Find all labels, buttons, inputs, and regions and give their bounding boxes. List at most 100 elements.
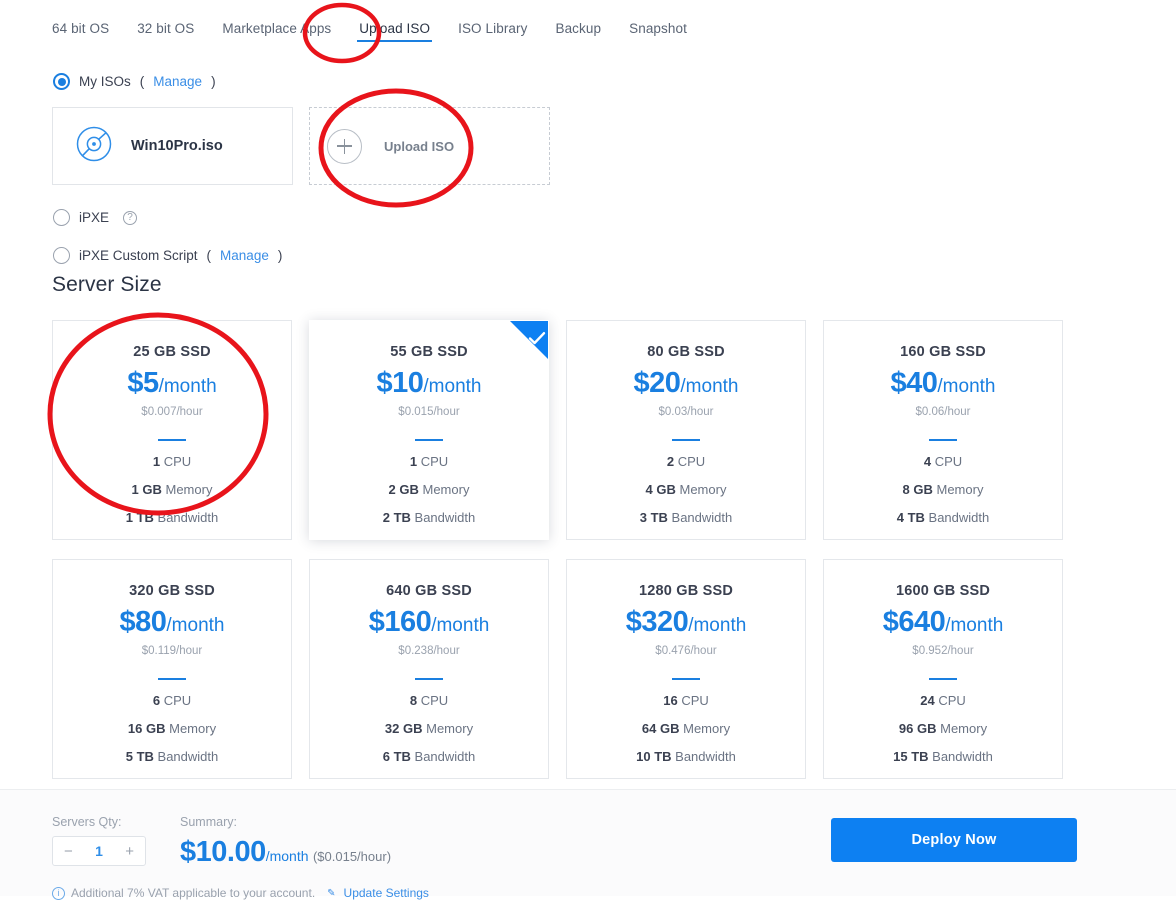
quantity-value: 1 bbox=[95, 843, 103, 859]
plan-cpu-label: CPU bbox=[934, 454, 963, 469]
iso-tile-upload[interactable]: Upload ISO bbox=[309, 107, 550, 185]
plan-price: $10/month bbox=[310, 369, 548, 398]
manage-my-isos-link[interactable]: Manage bbox=[153, 74, 202, 89]
plan-cpu-value: 1 bbox=[152, 454, 161, 469]
plan-card[interactable]: 640 GB SSD $160/month $0.238/hour 8 CPU … bbox=[309, 559, 549, 779]
plan-hourly: $0.238/hour bbox=[398, 645, 460, 657]
tab-iso-library[interactable]: ISO Library bbox=[458, 0, 527, 48]
radio-ipxe[interactable] bbox=[53, 209, 70, 226]
plan-memory-label: Memory bbox=[422, 482, 470, 497]
plan-memory-value: 32 GB bbox=[384, 721, 423, 736]
deploy-now-button[interactable]: Deploy Now bbox=[831, 818, 1077, 862]
plan-price: $320/month bbox=[567, 608, 805, 637]
plan-memory: 16 GB Memory bbox=[53, 721, 291, 736]
plan-price: $20/month bbox=[567, 369, 805, 398]
plan-card[interactable]: 25 GB SSD $5/month $0.007/hour 1 CPU 1 G… bbox=[52, 320, 292, 540]
radio-row-ipxe-custom-script[interactable]: iPXE Custom Script ( Manage ) bbox=[53, 247, 282, 264]
plan-cpu-value: 2 bbox=[666, 454, 675, 469]
paren-close-my-isos: ) bbox=[211, 74, 216, 89]
paren-close-ipxe-custom: ) bbox=[277, 248, 283, 263]
paren-open-ipxe-custom: ( bbox=[206, 248, 212, 263]
plan-memory-label: Memory bbox=[940, 721, 988, 736]
plan-divider bbox=[158, 439, 186, 441]
tab-backup[interactable]: Backup bbox=[555, 0, 601, 48]
plan-cpu-label: CPU bbox=[420, 454, 449, 469]
plan-price: $5/month bbox=[53, 369, 291, 398]
radio-my-isos[interactable] bbox=[53, 73, 70, 90]
plan-price-amount: $640 bbox=[882, 606, 946, 638]
update-settings-link[interactable]: Update Settings bbox=[344, 886, 429, 900]
quantity-stepper[interactable]: − 1 + bbox=[52, 836, 146, 866]
plan-price: $80/month bbox=[53, 608, 291, 637]
plan-memory-label: Memory bbox=[679, 482, 727, 497]
tab-marketplace-apps[interactable]: Marketplace Apps bbox=[222, 0, 331, 48]
plan-hourly: $0.119/hour bbox=[141, 645, 203, 657]
radio-row-my-isos[interactable]: My ISOs ( Manage ) bbox=[53, 73, 216, 90]
plan-disk: 160 GB SSD bbox=[900, 344, 986, 360]
iso-tile-win10pro[interactable]: Win10Pro.iso bbox=[52, 107, 293, 185]
plan-memory: 2 GB Memory bbox=[310, 482, 548, 497]
plan-bandwidth-value: 15 TB bbox=[893, 749, 929, 764]
plan-price-period: /month bbox=[937, 376, 996, 397]
plan-cpu: 6 CPU bbox=[53, 693, 291, 708]
plan-price-period: /month bbox=[431, 615, 490, 636]
plan-divider bbox=[672, 439, 700, 441]
plan-memory-value: 1 GB bbox=[131, 482, 162, 497]
summary-label: Summary: bbox=[180, 815, 237, 829]
plan-cpu: 8 CPU bbox=[310, 693, 548, 708]
radio-label-ipxe-custom-script: iPXE Custom Script bbox=[79, 248, 198, 263]
plan-bandwidth-label: Bandwidth bbox=[414, 510, 476, 525]
tab-snapshot[interactable]: Snapshot bbox=[629, 0, 687, 48]
plan-bandwidth-label: Bandwidth bbox=[157, 510, 219, 525]
tab-32-bit-os[interactable]: 32 bit OS bbox=[137, 0, 194, 48]
plan-divider bbox=[672, 678, 700, 680]
upload-iso-label: Upload ISO bbox=[384, 138, 455, 154]
server-size-heading: Server Size bbox=[52, 273, 162, 296]
plan-hourly: $0.015/hour bbox=[398, 406, 460, 418]
plan-cpu-label: CPU bbox=[938, 693, 966, 708]
plan-card[interactable]: 320 GB SSD $80/month $0.119/hour 6 CPU 1… bbox=[52, 559, 292, 779]
quantity-decrement-button[interactable]: − bbox=[64, 844, 73, 859]
plan-grid: 25 GB SSD $5/month $0.007/hour 1 CPU 1 G… bbox=[52, 320, 1072, 779]
summary-price: $10.00/month ($0.015/hour) bbox=[180, 838, 391, 867]
plan-cpu: 1 CPU bbox=[310, 454, 548, 469]
info-icon: i bbox=[52, 886, 65, 900]
plan-card[interactable]: 55 GB SSD $10/month $0.015/hour 1 CPU 2 … bbox=[309, 320, 549, 540]
plan-card[interactable]: 160 GB SSD $40/month $0.06/hour 4 CPU 8 … bbox=[823, 320, 1063, 540]
plan-disk: 1600 GB SSD bbox=[895, 583, 991, 599]
iso-tile-label: Win10Pro.iso bbox=[131, 138, 223, 154]
servers-qty-label: Servers Qty: bbox=[52, 815, 122, 829]
plan-bandwidth-value: 4 TB bbox=[896, 510, 925, 525]
plan-cpu-value: 1 bbox=[409, 454, 418, 469]
plan-bandwidth-label: Bandwidth bbox=[157, 749, 219, 764]
help-icon[interactable]: ? bbox=[123, 210, 138, 225]
plan-price-amount: $20 bbox=[633, 367, 681, 399]
plan-price-period: /month bbox=[945, 615, 1004, 636]
plan-bandwidth: 6 TB Bandwidth bbox=[310, 749, 548, 764]
plan-hourly: $0.476/hour bbox=[655, 645, 717, 657]
plan-bandwidth: 2 TB Bandwidth bbox=[310, 510, 548, 525]
plan-card[interactable]: 1280 GB SSD $320/month $0.476/hour 16 CP… bbox=[566, 559, 806, 779]
manage-ipxe-script-link[interactable]: Manage bbox=[220, 248, 269, 263]
plan-bandwidth-value: 2 TB bbox=[382, 510, 411, 525]
plan-card[interactable]: 1600 GB SSD $640/month $0.952/hour 24 CP… bbox=[823, 559, 1063, 779]
plan-bandwidth: 3 TB Bandwidth bbox=[567, 510, 805, 525]
plan-cpu-value: 4 bbox=[923, 454, 932, 469]
plan-bandwidth-label: Bandwidth bbox=[932, 749, 993, 764]
radio-ipxe-custom-script[interactable] bbox=[53, 247, 70, 264]
plan-disk: 80 GB SSD bbox=[647, 344, 725, 360]
radio-row-ipxe[interactable]: iPXE ? bbox=[53, 209, 138, 226]
selected-check-icon bbox=[510, 321, 548, 359]
plan-price: $40/month bbox=[824, 369, 1062, 398]
tab-64-bit-os[interactable]: 64 bit OS bbox=[52, 0, 109, 48]
tab-upload-iso[interactable]: Upload ISO bbox=[357, 0, 432, 48]
plan-cpu-label: CPU bbox=[163, 454, 192, 469]
plan-cpu-label: CPU bbox=[420, 693, 449, 708]
pencil-icon: ✎ bbox=[327, 887, 336, 899]
quantity-increment-button[interactable]: + bbox=[125, 844, 134, 859]
plan-bandwidth: 4 TB Bandwidth bbox=[824, 510, 1062, 525]
plan-divider bbox=[929, 439, 957, 441]
plan-bandwidth-value: 10 TB bbox=[636, 749, 672, 764]
plan-card[interactable]: 80 GB SSD $20/month $0.03/hour 2 CPU 4 G… bbox=[566, 320, 806, 540]
vat-notice: i Additional 7% VAT applicable to your a… bbox=[52, 886, 429, 900]
